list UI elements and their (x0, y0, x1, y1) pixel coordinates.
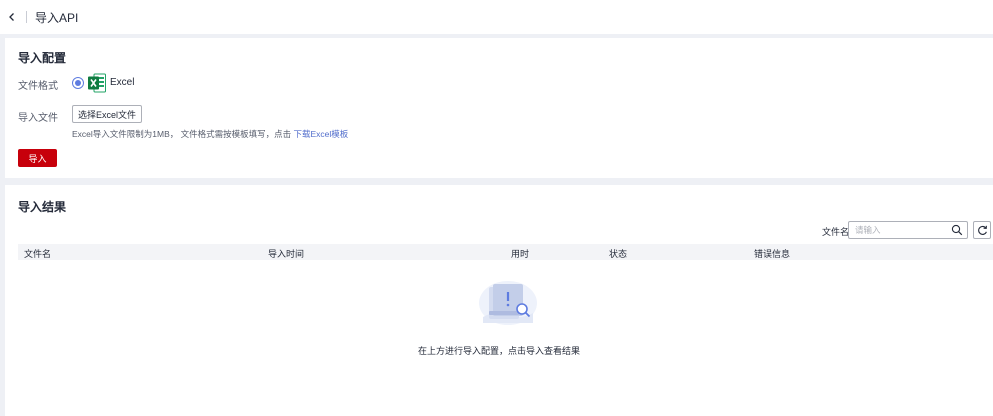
excel-option-label: Excel (110, 77, 135, 88)
import-button[interactable]: 导入 (18, 149, 57, 167)
chevron-left-icon (9, 13, 14, 21)
empty-state-text: 在上方进行导入配置，点击导入查看结果 (417, 346, 580, 356)
column-header-duration: 用时 (511, 249, 530, 259)
empty-state-illustration (479, 281, 537, 325)
column-header-status: 状态 (609, 249, 628, 259)
result-section-title: 导入结果 (18, 200, 67, 214)
import-file-label: 导入文件 (18, 113, 58, 124)
table-header: 文件名 导入时间 用时 状态 错误信息 (18, 244, 993, 260)
upload-hint-text: Excel导入文件限制为1MB， 文件格式需按模板填写，点击 (72, 129, 294, 139)
import-result-card: 导入结果 文件名 文件名 导入时间 用时 状态 错误信息 在上方进行导入配置，点… (5, 185, 993, 416)
page-title: 导入API (35, 10, 79, 25)
top-bar: 导入API (0, 0, 993, 34)
file-format-label: 文件格式 (18, 81, 58, 92)
filename-filter-label: 文件名 (822, 227, 850, 237)
excel-format-radio[interactable] (72, 77, 84, 89)
column-header-import-time: 导入时间 (268, 249, 305, 259)
filename-search-input[interactable] (849, 222, 945, 238)
refresh-icon (977, 225, 987, 235)
excel-icon (88, 73, 106, 93)
radio-selected-dot (75, 80, 81, 86)
column-header-error-info: 错误信息 (754, 249, 791, 259)
refresh-button[interactable] (973, 221, 991, 239)
search-icon[interactable] (951, 224, 963, 236)
import-config-card: 导入配置 文件格式 Excel 导入文件 选择Excel文件 Excel导入文件… (5, 38, 993, 178)
download-template-link[interactable]: 下载Excel模板 (294, 129, 349, 139)
config-section-title: 导入配置 (18, 51, 67, 65)
column-header-filename: 文件名 (24, 249, 52, 259)
title-divider (26, 11, 27, 23)
filename-search-box (848, 221, 968, 239)
choose-excel-file-button[interactable]: 选择Excel文件 (72, 105, 142, 123)
back-button[interactable] (2, 7, 22, 27)
upload-hint: Excel导入文件限制为1MB， 文件格式需按模板填写，点击 下载Excel模板 (72, 128, 348, 140)
